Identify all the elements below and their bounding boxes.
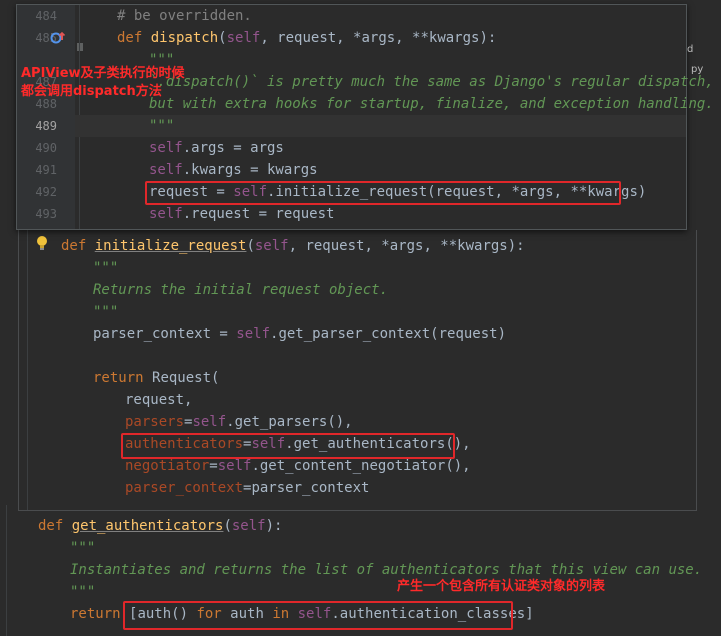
bottom-code-editor[interactable]: def get_authenticators(self): """ Instan… [0, 505, 721, 636]
line-number: 491 [35, 163, 57, 177]
dispatch-annotation-line-2: 都会调用dispatch方法 [21, 84, 162, 99]
fold-guide [27, 230, 28, 510]
docstring-text[interactable]: Returns the initial request object. [93, 279, 388, 301]
self-kwargs-line[interactable]: self.kwargs = kwargs [149, 159, 318, 181]
initialize-request-def-line[interactable]: def initialize_request(self, request, *a… [61, 235, 525, 257]
dispatch-annotation-line-1: APIView及子类执行的时候 [21, 66, 185, 81]
comment-line[interactable]: # be overridden. [117, 5, 252, 27]
return-request-line[interactable]: return Request( [93, 367, 219, 389]
dispatch-definition-popup[interactable]: 484 485 487 488 489 490 491 492 493 # be… [16, 4, 714, 230]
self-request-line[interactable]: self.request = request [149, 203, 334, 225]
docstring-text[interactable]: Instantiates and returns the list of aut… [70, 559, 702, 581]
docstring-close[interactable]: """ [70, 581, 95, 603]
fold-guide [6, 505, 7, 636]
self-args-line[interactable]: self.args = args [149, 137, 284, 159]
docstring-close[interactable]: """ [149, 115, 174, 137]
dispatch-def-line[interactable]: def dispatch(self, request, *args, **kwa… [117, 27, 496, 49]
line-number: 490 [35, 141, 57, 155]
breakpoint-marker-icon [77, 43, 83, 51]
list-comprehension-highlight [123, 601, 513, 630]
background-tab-fragment: d [687, 44, 694, 55]
list-annotation: 产生一个包含所有认证类对象的列表 [397, 579, 606, 594]
override-method-icon[interactable] [50, 31, 66, 45]
dispatch-name: dispatch [150, 30, 219, 46]
parser-context-line[interactable]: parser_context = self.get_parser_context… [93, 323, 506, 345]
initialize-request-name: initialize_request [94, 238, 247, 254]
arg-parser-context-line[interactable]: parser_context=parser_context [125, 477, 369, 499]
line-number: 493 [35, 207, 57, 221]
docstring-close[interactable]: """ [93, 301, 118, 323]
lightbulb-icon[interactable] [35, 235, 49, 251]
line-number: 484 [35, 9, 57, 23]
background-tab-fragment: py [691, 64, 704, 75]
get-authenticators-def-line[interactable]: def get_authenticators(self): [38, 515, 282, 537]
middle-code-editor[interactable]: def initialize_request(self, request, *a… [18, 230, 697, 511]
arg-request-line[interactable]: request, [125, 389, 192, 411]
line-number: 492 [35, 185, 57, 199]
initialize-request-highlight [145, 181, 621, 205]
docstring-open[interactable]: """ [70, 537, 95, 559]
arg-parsers-line[interactable]: parsers=self.get_parsers(), [125, 411, 353, 433]
line-number-active: 489 [35, 119, 57, 133]
authenticators-highlight [121, 433, 455, 459]
docstring-line-2[interactable]: but with extra hooks for startup, finali… [149, 93, 714, 115]
docstring-open[interactable]: """ [93, 257, 118, 279]
get-authenticators-name: get_authenticators [71, 518, 224, 534]
line-number-gutter: 484 485 487 488 489 490 491 492 493 [17, 5, 83, 229]
docstring-line-1[interactable]: `.dispatch()` is pretty much the same as… [149, 71, 714, 93]
